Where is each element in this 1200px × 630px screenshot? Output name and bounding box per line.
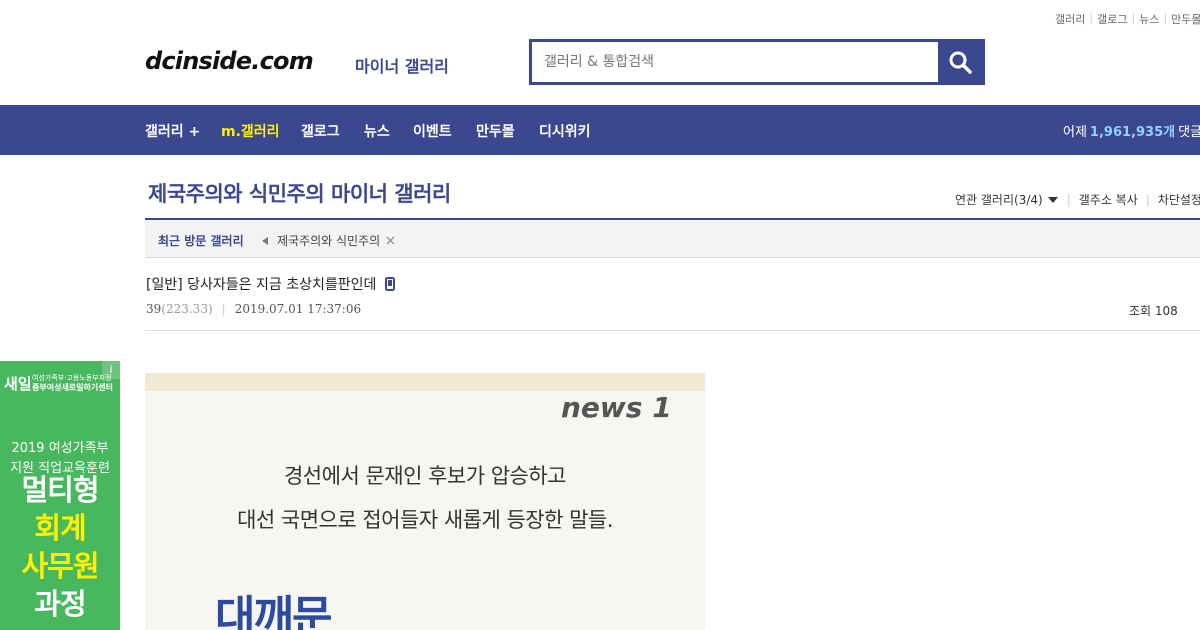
main-nav: 갤러리 + m.갤러리 갤로그 뉴스 이벤트 만두몰 디시위키 어제 1,961,… (0, 105, 1200, 155)
post-meta: 39 (223.33) | 2019.07.01 17:37:06 (146, 302, 361, 316)
recent-gallery-item: 제국주의와 식민주의 (261, 232, 395, 249)
recent-galleries-bar: 최근 방문 갤러리 제국주의와 식민주의 (145, 220, 1200, 258)
nav-mandumall[interactable]: 만두몰 (476, 121, 515, 141)
nav-news[interactable]: 뉴스 (364, 121, 390, 141)
nav-event[interactable]: 이벤트 (413, 121, 452, 141)
recent-gallery-link[interactable]: 제국주의와 식민주의 (277, 232, 380, 249)
news1-logo-text: news 1 (561, 391, 672, 424)
ad-logo: 새일 (4, 375, 32, 393)
ad-org-line2: 중부여성새로일하기센터 (32, 383, 113, 392)
ad-org-line1: 여성가족부·고용노동부지정 (32, 374, 112, 382)
mobile-icon (385, 277, 396, 291)
ad-headline: 멀티형 회계 사무원 과정 (0, 471, 120, 623)
ad-headline-line2: 회계 (34, 511, 86, 545)
post-title-text: [일반] 당사자들은 지금 초상치를판인데 (146, 277, 377, 293)
copy-address-button[interactable]: 갤주소 복사 (1079, 191, 1138, 208)
top-link-gallery[interactable]: 갤러리 (1055, 11, 1085, 27)
top-link-mandumall[interactable]: 만두몰 (1171, 11, 1200, 27)
ad-subtitle-line1: 2019 여성가족부 (11, 441, 109, 456)
nav-minor-gallery[interactable]: m.갤러리 (221, 121, 280, 141)
top-link-news[interactable]: 뉴스 (1139, 11, 1159, 27)
search-icon (949, 51, 972, 74)
post-author[interactable]: 39 (146, 302, 161, 316)
visitor-label: 어제 (1063, 125, 1087, 140)
post-title: [일반] 당사자들은 지금 초상치를판인데 (146, 274, 396, 294)
visitor-count: 1,961,935개 (1089, 125, 1176, 140)
close-icon[interactable] (386, 236, 395, 245)
ad-headline-line4: 과정 (34, 587, 86, 621)
ad-organization: 여성가족부·고용노동부지정 중부여성새로일하기센터 (32, 373, 113, 393)
search-button[interactable] (938, 42, 982, 82)
site-logo-subtitle[interactable]: 마이너 갤러리 (355, 53, 449, 77)
caret-down-icon[interactable] (1047, 196, 1059, 204)
article-image: news 1 경선에서 문재인 후보가 압승하고 대선 국면으로 접어들자 새롭… (145, 373, 705, 630)
site-logo[interactable]: dcinside.com (145, 47, 314, 75)
visitor-suffix: 댓글 (1178, 125, 1200, 140)
arrow-left-icon[interactable] (261, 236, 269, 246)
search-input[interactable] (532, 42, 938, 82)
image-headline: 대깨문 (215, 592, 332, 630)
top-link-gallog[interactable]: 갤로그 (1097, 11, 1127, 27)
block-settings-button[interactable]: 차단설정 (1158, 191, 1200, 208)
post-author-ip: (223.33) (161, 302, 213, 316)
divider: | (1131, 11, 1136, 24)
nav-dcwiki[interactable]: 디시위키 (539, 121, 591, 141)
top-links: 갤러리 | 갤로그 | 뉴스 | 만두몰 (1055, 11, 1200, 27)
nav-gallery[interactable]: 갤러리 + (145, 121, 200, 141)
divider: | (221, 302, 226, 316)
news1-logo: news 1 (559, 383, 695, 429)
divider: | (1089, 11, 1094, 24)
image-caption-line1: 경선에서 문재인 후보가 압승하고 (283, 464, 567, 488)
ad-headline-line1: 멀티형 (21, 473, 99, 507)
recent-galleries-label: 최근 방문 갤러리 (158, 234, 244, 248)
divider: | (1066, 192, 1071, 207)
side-ad-banner[interactable]: i 새일 여성가족부·고용노동부지정 중부여성새로일하기센터 2019 여성가족… (0, 361, 120, 630)
image-caption-line2: 대선 국면으로 접어들자 새롭게 등장한 말들. (237, 508, 613, 532)
nav-gallog[interactable]: 갤로그 (301, 121, 340, 141)
ad-headline-line3: 사무원 (21, 549, 99, 583)
search-box (529, 39, 985, 85)
related-gallery-button[interactable]: 연관 갤러리(3/4) (955, 191, 1043, 208)
post-date: 2019.07.01 17:37:06 (234, 302, 362, 316)
gallery-title[interactable]: 제국주의와 식민주의 마이너 갤러리 (148, 178, 451, 208)
post-views: 조회 108 (1129, 304, 1178, 318)
visitor-stats: 어제 1,961,935개 댓글 (1063, 121, 1200, 140)
divider: | (1163, 11, 1168, 24)
gallery-tools: 연관 갤러리(3/4) | 갤주소 복사 | 차단설정 (955, 191, 1200, 208)
meta-divider (145, 330, 1200, 331)
divider: | (1145, 192, 1150, 207)
